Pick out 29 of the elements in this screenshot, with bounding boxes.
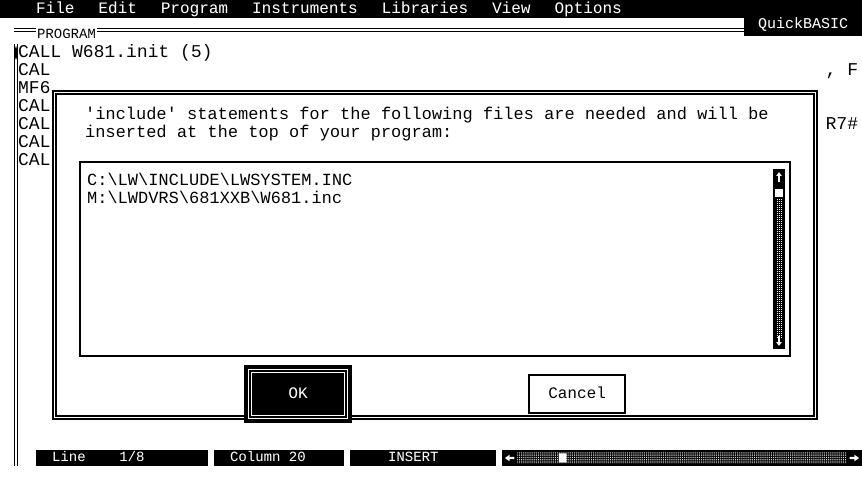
code-line: MF6	[18, 80, 50, 98]
code-line: CAL	[18, 62, 50, 80]
file-list[interactable]: C:\LW\INCLUDE\LWSYSTEM.INC M:\LWDVRS\681XXB\W681.inc	[79, 161, 791, 357]
dialog-button[interactable]: Cancel	[528, 374, 626, 414]
dialog-button[interactable]: OK	[244, 365, 352, 423]
code-line: CALL W681.init (5)	[18, 44, 212, 62]
code-line: CAL	[18, 152, 50, 170]
code-line: CAL	[18, 98, 50, 116]
menu-item[interactable]: Edit	[96, 0, 139, 18]
horizontal-scrollbar[interactable]	[502, 450, 862, 466]
include-path[interactable]: M:\LWDVRS\681XXB\W681.inc	[87, 191, 773, 209]
code-line: CAL	[18, 116, 50, 134]
column-indicator: Column 20	[214, 450, 344, 466]
include-path[interactable]: C:\LW\INCLUDE\LWSYSTEM.INC	[87, 173, 773, 191]
vertical-scrollbar[interactable]	[773, 169, 785, 349]
dialog-message: 'include' statements for the following files are needed and will be inserted at the top of your program:	[84, 107, 769, 143]
menu-item[interactable]: View	[490, 0, 532, 18]
menu-item[interactable]: Options	[552, 0, 624, 18]
mode-label: QuickBASIC	[744, 14, 862, 36]
code-line: CAL	[18, 134, 50, 152]
code-line: , F	[826, 62, 858, 80]
menu-item[interactable]: Program	[158, 0, 230, 18]
menu-item[interactable]: File	[34, 0, 76, 18]
code-line: R7#	[826, 116, 858, 134]
line-indicator: Line 1/8	[36, 450, 208, 466]
menu-item[interactable]: Libraries	[380, 0, 470, 18]
mode-indicator: INSERT	[350, 450, 496, 466]
menu-item[interactable]: Instruments	[250, 0, 360, 18]
scroll-arrows-icon[interactable]	[14, 46, 18, 60]
